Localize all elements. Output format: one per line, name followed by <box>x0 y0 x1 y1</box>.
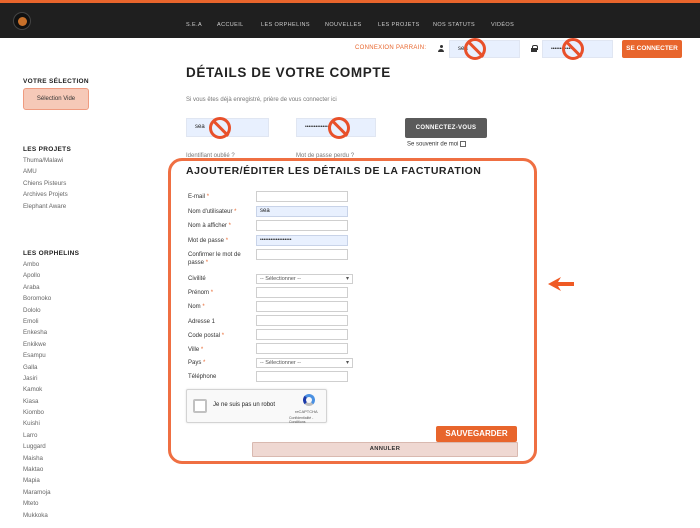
nav-sea[interactable]: S.E.A <box>186 22 202 28</box>
orphan-item[interactable]: Enkikwe <box>23 339 51 350</box>
projects-heading: LES PROJETS <box>23 146 72 153</box>
nav-orphelins[interactable]: LES ORPHELINS <box>261 22 310 28</box>
orphan-item[interactable]: Araba <box>23 282 51 293</box>
confirm-password-label: Confirmer le mot de passe * <box>188 252 241 266</box>
orphan-item[interactable]: Enkesha <box>23 327 51 338</box>
orphan-item[interactable]: Kuishi <box>23 418 51 429</box>
orphan-item[interactable]: Luggard <box>23 441 51 452</box>
orphan-item[interactable]: Larro <box>23 430 51 441</box>
recaptcha-logo-icon <box>303 394 315 406</box>
prohibited-icon <box>328 117 350 139</box>
nav-projets[interactable]: LES PROJETS <box>378 22 420 28</box>
nav-nouvelles[interactable]: NOUVELLES <box>325 22 362 28</box>
project-item[interactable]: AMU <box>23 166 68 177</box>
email-label: E-mail * <box>188 194 210 200</box>
password-label: Mot de passe * <box>188 238 229 244</box>
orphan-item[interactable]: Boromoko <box>23 293 51 304</box>
user-icon <box>438 45 444 52</box>
login-button[interactable]: SE CONNECTER <box>622 40 682 58</box>
projects-list: Thuma/Malawi AMU Chiens Pisteurs Archive… <box>23 155 68 212</box>
remember-me[interactable]: Se souvenir de moi <box>407 141 467 148</box>
firstname-field[interactable] <box>256 287 348 298</box>
orphan-item[interactable]: Mteto <box>23 498 51 509</box>
annotation-arrow-icon <box>548 277 574 291</box>
login-hint: Si vous êtes déjà enregistré, prière de … <box>186 97 337 103</box>
main-nav: S.E.A ACCUEIL LES ORPHELINS NOUVELLES LE… <box>0 22 700 32</box>
phone-label: Téléphone <box>188 374 217 380</box>
page-title: DÉTAILS DE VOTRE COMPTE <box>186 65 391 80</box>
orphan-item[interactable]: Dololo <box>23 305 51 316</box>
recaptcha-checkbox[interactable] <box>193 399 207 413</box>
country-select[interactable]: -- Sélectionner -- <box>256 358 353 368</box>
orphan-item[interactable]: Apollo <box>23 270 51 281</box>
address-label: Adresse 1 <box>188 319 216 325</box>
address-field[interactable] <box>256 315 348 326</box>
country-label: Pays * <box>188 360 206 366</box>
project-item[interactable]: Thuma/Malawi <box>23 155 68 166</box>
billing-username-field[interactable]: sea <box>256 206 348 217</box>
orphan-item[interactable]: Mapia <box>23 475 51 486</box>
selection-box: Sélection Vide <box>23 88 89 110</box>
orphan-item[interactable]: Jasiri <box>23 373 51 384</box>
project-item[interactable]: Chiens Pisteurs <box>23 178 68 189</box>
city-field[interactable] <box>256 343 348 354</box>
orphan-item[interactable]: Galla <box>23 362 51 373</box>
orphan-item[interactable]: Maktao <box>23 464 51 475</box>
orphan-item[interactable]: Ambo <box>23 259 51 270</box>
display-name-field[interactable] <box>256 220 348 231</box>
selection-heading: VOTRE SÉLECTION <box>23 78 89 85</box>
orphans-heading: LES ORPHELINS <box>23 250 80 257</box>
civility-label: Civilité <box>188 276 206 282</box>
recaptcha-widget: Je ne suis pas un robot reCAPTCHA Confid… <box>186 389 327 424</box>
recaptcha-terms-link[interactable]: Confidentialité - Conditions <box>289 416 326 424</box>
orphan-item[interactable]: Kamok <box>23 384 51 395</box>
nav-videos[interactable]: VIDÉOS <box>491 22 514 28</box>
orphan-item[interactable]: Kiombo <box>23 407 51 418</box>
email-field[interactable] <box>256 191 348 202</box>
lastname-label: Nom * <box>188 304 205 310</box>
orphan-item[interactable]: Mukkoka <box>23 510 51 521</box>
orphan-item[interactable]: Esampu <box>23 350 51 361</box>
orphan-item[interactable]: Kiasa <box>23 396 51 407</box>
connect-button[interactable]: CONNECTEZ-VOUS <box>405 118 487 138</box>
remember-label: Se souvenir de moi <box>407 141 459 148</box>
nav-statuts[interactable]: NOS STATUTS <box>433 22 475 28</box>
phone-field[interactable] <box>256 371 348 382</box>
billing-title: AJOUTER/ÉDITER LES DÉTAILS DE LA FACTURA… <box>186 165 482 177</box>
orphans-list: Ambo Apollo Araba Boromoko Dololo Emoli … <box>23 259 51 521</box>
prohibited-icon <box>209 117 231 139</box>
nav-accueil[interactable]: ACCUEIL <box>217 22 244 28</box>
project-item[interactable]: Archives Projets <box>23 189 68 200</box>
civility-select[interactable]: -- Sélectionner -- <box>256 274 353 284</box>
top-navbar: S.E.A ACCUEIL LES ORPHELINS NOUVELLES LE… <box>0 0 700 38</box>
project-item[interactable]: Elephant Aware <box>23 201 68 212</box>
postal-label: Code postal * <box>188 333 225 339</box>
lock-icon <box>531 45 538 52</box>
prohibited-icon <box>562 38 584 60</box>
lastname-field[interactable] <box>256 301 348 312</box>
save-button[interactable]: SAUVEGARDER <box>436 426 517 442</box>
remember-checkbox[interactable] <box>460 141 467 147</box>
recaptcha-brand: reCAPTCHA <box>295 409 318 414</box>
sponsor-login-label: CONNEXION PARRAIN: <box>355 45 427 51</box>
orphan-item[interactable]: Maramoja <box>23 487 51 498</box>
firstname-label: Prénom * <box>188 290 214 296</box>
recaptcha-label: Je ne suis pas un robot <box>213 402 276 408</box>
username-label: Nom d'utilisateur * <box>188 209 237 215</box>
display-name-label: Nom à afficher * <box>188 223 231 229</box>
billing-password-field[interactable]: •••••••••••••••••• <box>256 235 348 246</box>
cancel-button[interactable]: ANNULER <box>252 442 518 457</box>
city-label: Ville * <box>188 347 204 353</box>
orphan-item[interactable]: Maisha <box>23 453 51 464</box>
confirm-password-field[interactable] <box>256 249 348 260</box>
orphan-item[interactable]: Emoli <box>23 316 51 327</box>
prohibited-icon <box>464 38 486 60</box>
postal-field[interactable] <box>256 329 348 340</box>
